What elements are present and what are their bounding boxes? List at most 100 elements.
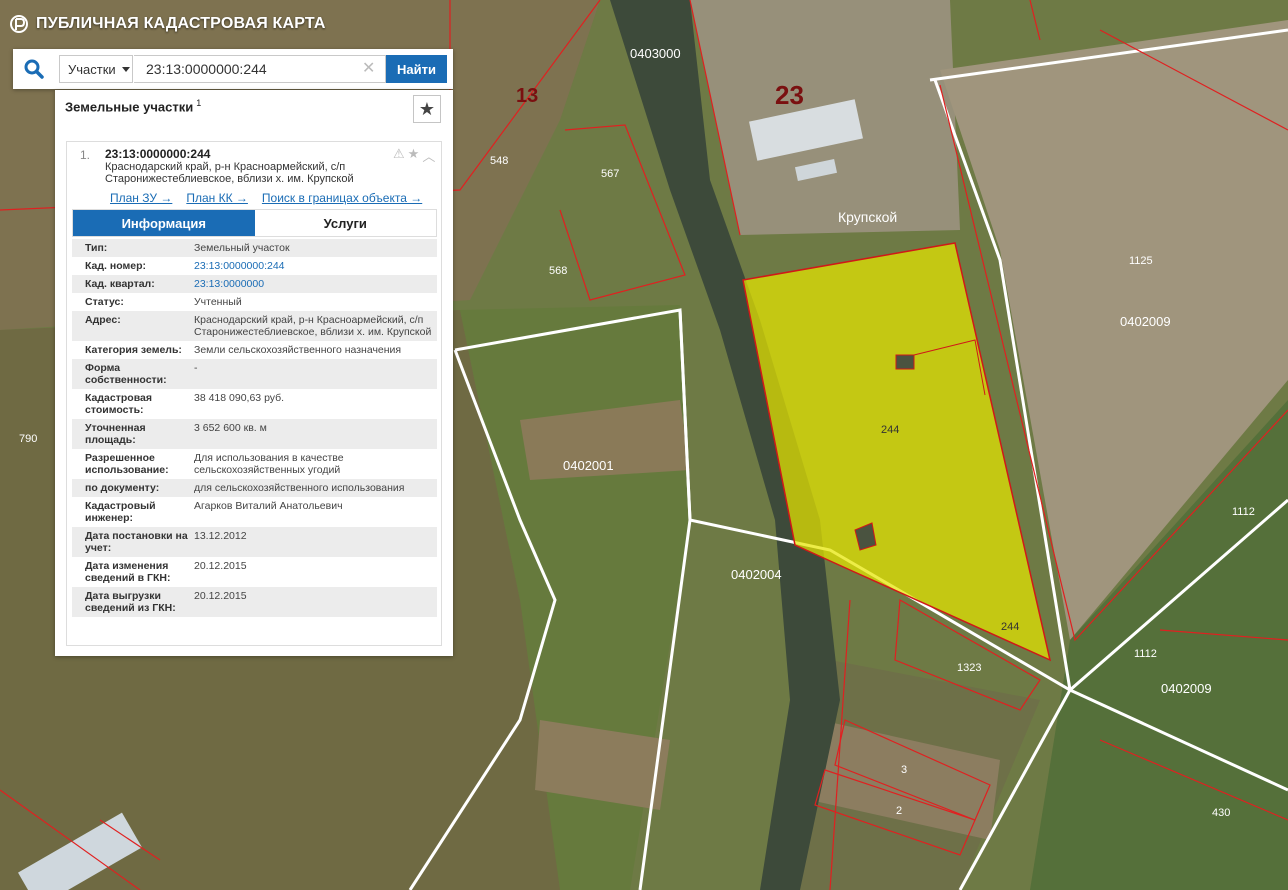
search-within-link[interactable]: Поиск в границах объекта → bbox=[262, 191, 422, 205]
info-row-land-category: Категория земель: Земли сельскохозяйствен… bbox=[72, 341, 437, 359]
search-submit-button[interactable]: Найти bbox=[386, 55, 447, 83]
info-key: Статус: bbox=[85, 296, 124, 308]
label-parcel-244-a: 244 bbox=[881, 424, 899, 436]
info-key: Кадастровый инженер: bbox=[85, 500, 156, 524]
warning-icon[interactable]: ⚠ bbox=[393, 146, 405, 165]
label-quarter-0402004: 0402004 bbox=[731, 567, 782, 582]
cad-quarter-link[interactable]: 23:13:0000000 bbox=[192, 278, 434, 290]
label-parcel-430: 430 bbox=[1212, 807, 1230, 819]
info-row-cad-cost: Кадастровая стоимость: 38 418 090,63 руб. bbox=[72, 389, 437, 419]
info-row-type: Тип: Земельный участок bbox=[72, 239, 437, 257]
app-header: ПУБЛИЧНАЯ КАДАСТРОВАЯ КАРТА bbox=[10, 10, 326, 38]
result-links: План ЗУ → План КК → Поиск в границах объ… bbox=[110, 191, 422, 205]
star-icon[interactable]: ★ bbox=[408, 146, 420, 165]
info-row-registration-date: Дата постановки на учет: 13.12.2012 bbox=[72, 527, 437, 557]
cad-number-link[interactable]: 23:13:0000000:244 bbox=[192, 260, 434, 272]
panel-title-text: Земельные участки bbox=[65, 99, 194, 115]
search-input[interactable] bbox=[134, 55, 386, 83]
result-tabs: Информация Услуги bbox=[72, 209, 437, 237]
label-parcel-3: 3 bbox=[901, 764, 907, 776]
label-parcel-548: 548 bbox=[490, 155, 508, 167]
info-row-ownership: Форма собственности: - bbox=[72, 359, 437, 389]
info-value: для сельскохозяйственного использования bbox=[194, 482, 405, 494]
info-row-by-document: по документу: для сельскохозяйственного и… bbox=[72, 479, 437, 497]
label-parcel-568: 568 bbox=[549, 265, 567, 277]
info-row-engineer: Кадастровый инженер: Агарков Виталий Анат… bbox=[72, 497, 437, 527]
info-key: Дата изменения сведений в ГКН: bbox=[85, 560, 171, 584]
info-key: Кад. квартал: bbox=[85, 278, 155, 290]
info-value: 20.12.2015 bbox=[194, 590, 247, 602]
chevron-up-icon[interactable]: ︿ bbox=[422, 146, 435, 165]
info-key: Адрес: bbox=[85, 314, 121, 326]
label-place-krupskoy: Крупской bbox=[838, 209, 897, 225]
result-card[interactable]: 1. 23:13:0000000:244 Краснодарский край,… bbox=[66, 141, 442, 646]
search-icon[interactable] bbox=[23, 58, 45, 80]
result-cadastral-id[interactable]: 23:13:0000000:244 bbox=[105, 147, 210, 161]
info-value: 13.12.2012 bbox=[194, 530, 247, 542]
info-row-cad-number: Кад. номер: 23:13:0000000:244 bbox=[72, 257, 437, 275]
info-value: - bbox=[194, 362, 198, 374]
info-row-address: Адрес: Краснодарский край, р-н Красноарме… bbox=[72, 311, 437, 341]
info-value: Земли сельскохозяйственного назначения bbox=[194, 344, 402, 356]
result-number: 1. bbox=[80, 148, 91, 162]
label-parcel-1323: 1323 bbox=[957, 662, 981, 674]
info-value: Учтенный bbox=[194, 296, 242, 308]
result-address: Краснодарский край, р-н Красноармейский,… bbox=[105, 161, 354, 185]
favorites-button[interactable]: ★ bbox=[413, 95, 441, 123]
info-value: 3 652 600 кв. м bbox=[194, 422, 267, 434]
info-key: Категория земель: bbox=[85, 344, 182, 356]
tab-information[interactable]: Информация bbox=[73, 210, 255, 236]
info-row-export-date: Дата выгрузки сведений из ГКН: 20.12.2015 bbox=[72, 587, 437, 617]
label-parcel-790: 790 bbox=[19, 433, 37, 445]
plan-zu-link[interactable]: План ЗУ → bbox=[110, 191, 172, 205]
label-quarter-0403000: 0403000 bbox=[630, 46, 681, 61]
info-key: Дата постановки на учет: bbox=[85, 530, 188, 554]
info-key: Уточненная площадь: bbox=[85, 422, 146, 446]
info-row-change-date: Дата изменения сведений в ГКН: 20.12.2015 bbox=[72, 557, 437, 587]
info-value: Для использования в качестве сельскохозя… bbox=[194, 452, 344, 476]
plan-kk-link[interactable]: План КК → bbox=[186, 191, 248, 205]
info-row-area: Уточненная площадь: 3 652 600 кв. м bbox=[72, 419, 437, 449]
label-parcel-1112-a: 1112 bbox=[1232, 506, 1255, 518]
chevron-down-icon bbox=[121, 66, 130, 72]
tab-services[interactable]: Услуги bbox=[254, 210, 436, 236]
label-quarter-0402001: 0402001 bbox=[563, 458, 614, 473]
app-title: ПУБЛИЧНАЯ КАДАСТРОВАЯ КАРТА bbox=[36, 15, 326, 32]
info-key: по документу: bbox=[85, 482, 160, 494]
info-row-status: Статус: Учтенный bbox=[72, 293, 437, 311]
info-key: Тип: bbox=[85, 242, 108, 254]
info-row-cad-quarter: Кад. квартал: 23:13:0000000 bbox=[72, 275, 437, 293]
info-value: Агарков Виталий Анатольевич bbox=[194, 500, 343, 512]
label-parcel-1125: 1125 bbox=[1129, 255, 1153, 267]
results-panel: Земельные участки 1 ★ 1. 23:13:0000000:24… bbox=[55, 90, 453, 656]
panel-title: Земельные участки 1 bbox=[65, 98, 201, 114]
info-value: 20.12.2015 bbox=[194, 560, 247, 572]
parcel-244-hole-1 bbox=[895, 354, 915, 370]
search-category-label: Участки bbox=[68, 61, 116, 77]
label-quarter-0402009-a: 0402009 bbox=[1120, 314, 1171, 329]
result-actions: ⚠ ★ ︿ bbox=[393, 146, 435, 165]
info-key: Разрешенное использование: bbox=[85, 452, 169, 476]
info-table: Тип: Земельный участок Кад. номер: 23:13:0… bbox=[72, 239, 437, 617]
label-parcel-244-b: 244 bbox=[1001, 621, 1019, 633]
search-category-select[interactable]: Участки bbox=[59, 55, 133, 83]
logo-icon bbox=[10, 15, 28, 33]
info-key: Дата выгрузки сведений из ГКН: bbox=[85, 590, 176, 614]
clear-icon[interactable]: ✕ bbox=[362, 61, 375, 77]
panel-result-count: 1 bbox=[196, 98, 202, 108]
star-icon: ★ bbox=[418, 98, 436, 119]
info-key: Форма собственности: bbox=[85, 362, 167, 386]
info-row-permitted-use: Разрешенное использование: Для использова… bbox=[72, 449, 437, 479]
info-key: Кадастровая стоимость: bbox=[85, 392, 152, 416]
search-bar: Участки ✕ Найти bbox=[13, 49, 453, 89]
info-key: Кад. номер: bbox=[85, 260, 147, 272]
label-parcel-567: 567 bbox=[601, 168, 619, 180]
label-parcel-2: 2 bbox=[896, 805, 902, 817]
info-value: 38 418 090,63 руб. bbox=[194, 392, 285, 404]
info-value: Краснодарский край, р-н Красноармейский,… bbox=[194, 314, 432, 338]
label-district-13: 13 bbox=[516, 85, 538, 107]
info-value: Земельный участок bbox=[194, 242, 290, 254]
label-quarter-0402009-b: 0402009 bbox=[1161, 681, 1212, 696]
label-parcel-1112-b: 1112 bbox=[1134, 648, 1157, 660]
label-district-23: 23 bbox=[775, 80, 804, 110]
